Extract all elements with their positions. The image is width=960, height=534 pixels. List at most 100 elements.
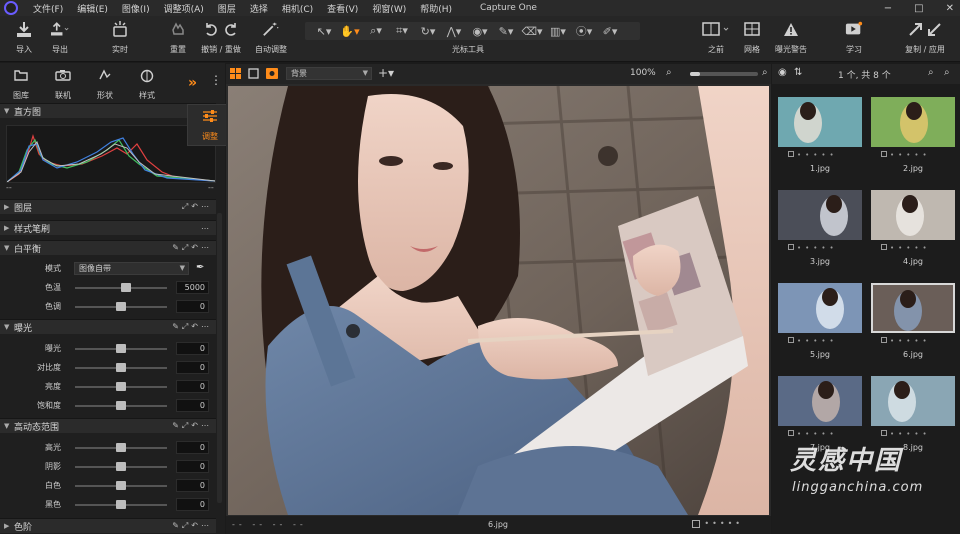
- eyedropper-icon[interactable]: ✒: [196, 262, 204, 273]
- before-button[interactable]: 之前: [696, 20, 736, 55]
- wb-mode-select[interactable]: 图像自带 ▼: [74, 262, 189, 275]
- levels-header[interactable]: ▶ 色阶 ✎⤢↶⋯: [0, 518, 216, 533]
- undo-redo-button[interactable]: 撤销 / 重做: [198, 20, 244, 55]
- thumbnail-rating[interactable]: •••••: [788, 337, 838, 345]
- copy-apply-button[interactable]: 复制 / 应用: [900, 20, 950, 55]
- thumbnail-image[interactable]: [778, 190, 862, 240]
- slider-handle[interactable]: [116, 382, 126, 391]
- thumbnail-image[interactable]: [871, 283, 955, 333]
- thumbnail[interactable]: ••••• 1.jpg: [776, 89, 864, 175]
- thumbnail-image[interactable]: [871, 376, 955, 426]
- slider-value-input[interactable]: 0: [176, 498, 209, 511]
- thumbnail-rating[interactable]: •••••: [881, 151, 931, 159]
- hdr-header[interactable]: ▼ 高动态范围 ✎⤢↶⋯: [0, 418, 216, 433]
- slider-value-input[interactable]: 0: [176, 460, 209, 473]
- color-tag-box[interactable]: [881, 244, 887, 250]
- style-brush-header[interactable]: ▶ 样式笔刷 ⋯: [0, 220, 216, 235]
- menu-select[interactable]: 选择: [243, 2, 275, 15]
- thumbnail-image[interactable]: [871, 97, 955, 147]
- thumbnail-image[interactable]: [778, 283, 862, 333]
- menu-view[interactable]: 查看(V): [320, 2, 365, 15]
- pan-hand-icon[interactable]: ✋▾: [339, 25, 361, 38]
- color-tag-box[interactable]: [881, 151, 887, 157]
- white-balance-header[interactable]: ▼ 白平衡 ✎⤢↶⋯: [0, 240, 216, 255]
- picker-icon[interactable]: ⦿▾: [573, 23, 595, 39]
- slider-handle[interactable]: [116, 302, 126, 311]
- exposure-tools[interactable]: ✎⤢↶⋯: [172, 322, 212, 332]
- menu-camera[interactable]: 相机(C): [275, 2, 320, 15]
- exposure-warning-button[interactable]: 曝光警告: [770, 20, 812, 55]
- color-tag-box[interactable]: [788, 151, 794, 157]
- loupe-icon[interactable]: ⌕▾: [365, 24, 387, 38]
- reset-button[interactable]: 重置: [158, 20, 198, 55]
- thumbnail[interactable]: ••••• 3.jpg: [776, 182, 864, 268]
- export-button[interactable]: 导出: [40, 20, 80, 55]
- rotate-icon[interactable]: ↻▾: [417, 25, 439, 38]
- color-tag-box[interactable]: [788, 244, 794, 250]
- slider-handle[interactable]: [116, 363, 126, 372]
- layer-select[interactable]: 背景 ▼: [286, 67, 372, 80]
- thumbnail-rating[interactable]: •••••: [788, 151, 838, 159]
- main-photo[interactable]: [228, 86, 769, 515]
- more-options-icon[interactable]: ⋮: [210, 73, 222, 87]
- slider-value-input[interactable]: 0: [176, 399, 209, 412]
- color-tag-box[interactable]: [881, 337, 887, 343]
- tab-capture[interactable]: 联机: [42, 63, 84, 103]
- hdr-tools[interactable]: ✎⤢↶⋯: [172, 421, 212, 431]
- menu-adjustments[interactable]: 调整项(A): [157, 2, 211, 15]
- thumbnail[interactable]: ••••• 5.jpg: [776, 275, 864, 361]
- eye-icon[interactable]: ◉: [778, 67, 787, 78]
- import-button[interactable]: 导入: [4, 20, 44, 55]
- slider-value-input[interactable]: 0: [176, 342, 209, 355]
- single-view-icon[interactable]: [248, 68, 259, 79]
- slider-value-input[interactable]: 5000: [176, 281, 209, 294]
- image-viewer[interactable]: [226, 84, 771, 516]
- slider-value-input[interactable]: 0: [176, 380, 209, 393]
- more-tabs-icon[interactable]: »: [188, 75, 197, 91]
- crop-icon[interactable]: ⌗▾: [391, 24, 413, 38]
- slider-handle[interactable]: [116, 443, 126, 452]
- levels-tools[interactable]: ✎⤢↶⋯: [172, 521, 212, 531]
- select-arrow-icon[interactable]: ↖▾: [313, 25, 335, 38]
- style-brush-tools[interactable]: ⋯: [201, 224, 212, 233]
- menu-edit[interactable]: 编辑(E): [70, 2, 115, 15]
- sort-icon[interactable]: ⇅: [794, 67, 802, 78]
- gradient-icon[interactable]: ▥▾: [547, 25, 569, 38]
- annotate-icon[interactable]: ✐▾: [599, 25, 621, 38]
- multi-view-icon[interactable]: [230, 68, 241, 79]
- eye-view-icon[interactable]: [266, 68, 278, 79]
- tab-adjust[interactable]: 调整: [190, 109, 230, 142]
- live-button[interactable]: 实时: [100, 20, 140, 55]
- eraser-icon[interactable]: ⌫▾: [521, 25, 543, 38]
- slider-value-input[interactable]: 0: [176, 441, 209, 454]
- tab-styles[interactable]: 样式: [126, 63, 168, 103]
- thumbnail-rating[interactable]: •••••: [881, 337, 931, 345]
- slider-handle[interactable]: [116, 500, 126, 509]
- thumbnail[interactable]: ••••• 2.jpg: [869, 89, 957, 175]
- thumbnail[interactable]: ••••• 4.jpg: [869, 182, 957, 268]
- menu-layer[interactable]: 图层: [211, 2, 243, 15]
- slider-value-input[interactable]: 0: [176, 361, 209, 374]
- exposure-header[interactable]: ▼ 曝光 ✎⤢↶⋯: [0, 319, 216, 334]
- thumbnail-image[interactable]: [871, 190, 955, 240]
- viewer-rating[interactable]: •••••: [692, 519, 743, 528]
- color-tag-box[interactable]: [788, 337, 794, 343]
- slider-value-input[interactable]: 0: [176, 479, 209, 492]
- minimize-icon[interactable]: −: [884, 3, 892, 14]
- histogram-header[interactable]: ▼ 直方图: [0, 103, 216, 118]
- add-layer-icon[interactable]: +▾: [378, 66, 394, 80]
- learn-button[interactable]: 学习: [834, 20, 874, 55]
- menu-window[interactable]: 视窗(W): [365, 2, 413, 15]
- menu-file[interactable]: 文件(F): [26, 2, 70, 15]
- layers-header[interactable]: ▶ 图层 ⤢↶⋯: [0, 199, 216, 214]
- slider-value-input[interactable]: 0: [176, 300, 209, 313]
- menu-help[interactable]: 帮助(H): [413, 2, 459, 15]
- browser-zoom-icon[interactable]: ⌕: [928, 67, 934, 78]
- zoom-slider[interactable]: [690, 72, 758, 76]
- slider-handle[interactable]: [116, 401, 126, 410]
- thumbnail-image[interactable]: [778, 97, 862, 147]
- spot-icon[interactable]: ◉▾: [469, 25, 491, 38]
- slider-handle[interactable]: [116, 481, 126, 490]
- left-panel-scrollbar[interactable]: [217, 213, 222, 503]
- close-icon[interactable]: ✕: [946, 3, 954, 14]
